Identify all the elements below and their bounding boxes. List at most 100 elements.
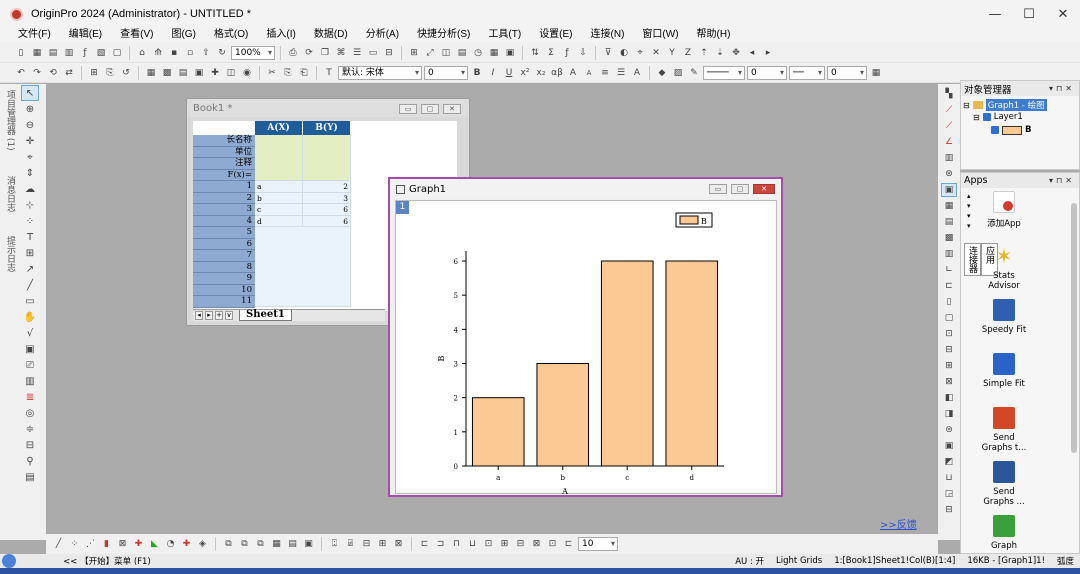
- apps-scroll-arrows[interactable]: ▴ ▾ ▾ ▾: [967, 191, 971, 231]
- connectors-tab[interactable]: 连接器: [964, 243, 981, 276]
- cell-a2[interactable]: b: [255, 192, 303, 204]
- menu-analysis[interactable]: 分析(A): [348, 28, 399, 43]
- redo-icon[interactable]: ↷: [30, 66, 44, 80]
- subscript-button[interactable]: x₂: [534, 66, 548, 80]
- same-size-icon[interactable]: ⊠: [530, 537, 543, 551]
- collapse-icon[interactable]: ⊟: [973, 113, 980, 122]
- project-explorer-icon[interactable]: ⊟: [382, 46, 396, 60]
- scatter-chart-icon[interactable]: ⟋: [942, 120, 956, 132]
- command-window-icon[interactable]: ▭: [366, 46, 380, 60]
- column-header-b[interactable]: B(Y): [303, 121, 351, 135]
- duplicate-icon[interactable]: ❐: [318, 46, 332, 60]
- specialized-plot-icon[interactable]: ✚: [132, 537, 145, 551]
- menu-preferences[interactable]: 设置(E): [521, 28, 572, 43]
- data-reader-icon[interactable]: ⌖: [633, 46, 647, 60]
- clip-icon[interactable]: ⊟: [942, 344, 956, 356]
- align-bottom-obj-icon[interactable]: ⊔: [466, 537, 479, 551]
- open-icon[interactable]: ⌂: [135, 46, 149, 60]
- tree-graph-node[interactable]: ⊟ Graph1 - 绘图: [963, 99, 1047, 111]
- close-button[interactable]: ✕: [1046, 0, 1080, 28]
- object-group-icon[interactable]: ⊟: [360, 537, 373, 551]
- search-orb-icon[interactable]: [2, 554, 16, 568]
- insert-graph-icon[interactable]: ▣: [22, 342, 38, 356]
- zoom-in-icon[interactable]: ⊕: [22, 102, 38, 116]
- line-style-select[interactable]: ────: [703, 65, 745, 80]
- rescale-icon[interactable]: ⤢: [423, 46, 437, 60]
- sheet-list-button[interactable]: ∨: [225, 311, 233, 320]
- layer-manager-icon[interactable]: ⧉: [254, 537, 267, 551]
- column-plot-icon[interactable]: ▮: [100, 537, 113, 551]
- object-front-icon[interactable]: ⊠: [392, 537, 405, 551]
- image-shape-icon[interactable]: ⍯: [344, 537, 357, 551]
- menu-file[interactable]: 文件(F): [0, 28, 51, 43]
- graph1-minimize-button[interactable]: ▭: [709, 184, 727, 194]
- circle-icon[interactable]: ◎: [22, 406, 38, 420]
- pattern-icon[interactable]: ▨: [671, 66, 685, 80]
- xy-icon[interactable]: ✕: [649, 46, 663, 60]
- fill-area-icon[interactable]: ▣: [302, 537, 315, 551]
- back-icon[interactable]: ◨: [942, 408, 956, 420]
- table-tool-icon[interactable]: ▤: [22, 470, 38, 484]
- row-number[interactable]: 9: [193, 273, 255, 285]
- timestamp-icon[interactable]: ◷: [471, 46, 485, 60]
- pie-plot-icon[interactable]: ◔: [164, 537, 177, 551]
- text-tool-icon[interactable]: T: [322, 66, 336, 80]
- layer-contents-icon[interactable]: ◫: [224, 66, 238, 80]
- menu-connect[interactable]: 连接(N): [573, 28, 625, 43]
- cell-a1[interactable]: a: [255, 181, 303, 193]
- lock-icon[interactable]: ⊜: [942, 424, 956, 436]
- line-color-icon[interactable]: ✎: [687, 66, 701, 80]
- font-size-select[interactable]: 0: [424, 65, 468, 80]
- break-icon[interactable]: ⊏: [942, 280, 956, 292]
- contour-plot-icon[interactable]: ✚: [180, 537, 193, 551]
- merge-icon[interactable]: ▦: [942, 200, 956, 212]
- menu-tools[interactable]: 工具(T): [470, 28, 521, 43]
- collapse-icon[interactable]: ⊟: [963, 101, 970, 110]
- code-builder-icon[interactable]: ⌘: [334, 46, 348, 60]
- panel-controls-icon[interactable]: ▾⊓✕: [1049, 176, 1079, 185]
- column-header-a[interactable]: A(X): [255, 121, 303, 135]
- menu-graph[interactable]: 图(G): [153, 28, 195, 43]
- hand-icon[interactable]: ✋: [22, 310, 38, 324]
- sheet-prev-button[interactable]: ◂: [195, 311, 203, 320]
- save-template-icon[interactable]: ▫: [183, 46, 197, 60]
- font-select[interactable]: 默认: 宋体: [338, 65, 422, 80]
- align-center-obj-icon[interactable]: ⊡: [482, 537, 495, 551]
- line-chart-icon[interactable]: ⟋: [942, 104, 956, 116]
- mask-icon[interactable]: ◐: [617, 46, 631, 60]
- distribute-v-icon[interactable]: ⊟: [514, 537, 527, 551]
- rotate-icon[interactable]: ⟲: [46, 66, 60, 80]
- multi-panel-icon[interactable]: ⧉: [222, 537, 235, 551]
- row-number[interactable]: 1: [193, 181, 255, 193]
- layer-checkbox[interactable]: [982, 113, 991, 121]
- set-column-values-icon[interactable]: ƒ: [560, 46, 574, 60]
- font-color-icon[interactable]: A: [630, 66, 644, 80]
- menu-gadgets[interactable]: 快捷分析(S): [399, 28, 470, 43]
- symbol-size-select[interactable]: 10: [578, 537, 618, 551]
- text-shape-icon[interactable]: ⍠: [328, 537, 341, 551]
- row-number[interactable]: 10: [193, 284, 255, 296]
- text-icon[interactable]: T: [22, 230, 38, 244]
- new-layout-icon[interactable]: ▧: [94, 46, 108, 60]
- menu-insert[interactable]: 插入(I): [248, 28, 295, 43]
- graph-app-tile[interactable]: Graph: [981, 515, 1027, 551]
- front-icon[interactable]: ◧: [942, 392, 956, 404]
- simple-fit-tile[interactable]: Simple Fit: [981, 353, 1027, 389]
- function-icon[interactable]: √: [22, 326, 38, 340]
- data-selector-icon[interactable]: ⇕: [22, 166, 38, 180]
- send-graphs-word-tile[interactable]: Send Graphs ...: [981, 461, 1027, 507]
- increase-font-button[interactable]: A: [566, 66, 580, 80]
- export-icon[interactable]: ⇪: [199, 46, 213, 60]
- statistics-plot-icon[interactable]: ⊠: [116, 537, 129, 551]
- line-width-select[interactable]: 0: [747, 65, 787, 80]
- insert-image-icon[interactable]: ⎚: [22, 358, 38, 372]
- print-icon[interactable]: ⎙: [286, 46, 300, 60]
- arrow-style-select[interactable]: ──: [789, 65, 825, 80]
- bar-chart[interactable]: 0 1 2 3 4 5 6 a b c d A B B: [396, 201, 778, 495]
- graph-page[interactable]: 1 0 1 2 3 4 5 6 a b c d A B B: [395, 200, 778, 495]
- screen-reader-icon[interactable]: ✛: [22, 134, 38, 148]
- legend-icon[interactable]: ▤: [455, 46, 469, 60]
- smart-hint-log-tab[interactable]: 提示日志: [4, 236, 17, 272]
- lock-icon[interactable]: ▥: [22, 374, 38, 388]
- graph-node-label[interactable]: Graph1 - 绘图: [985, 99, 1047, 111]
